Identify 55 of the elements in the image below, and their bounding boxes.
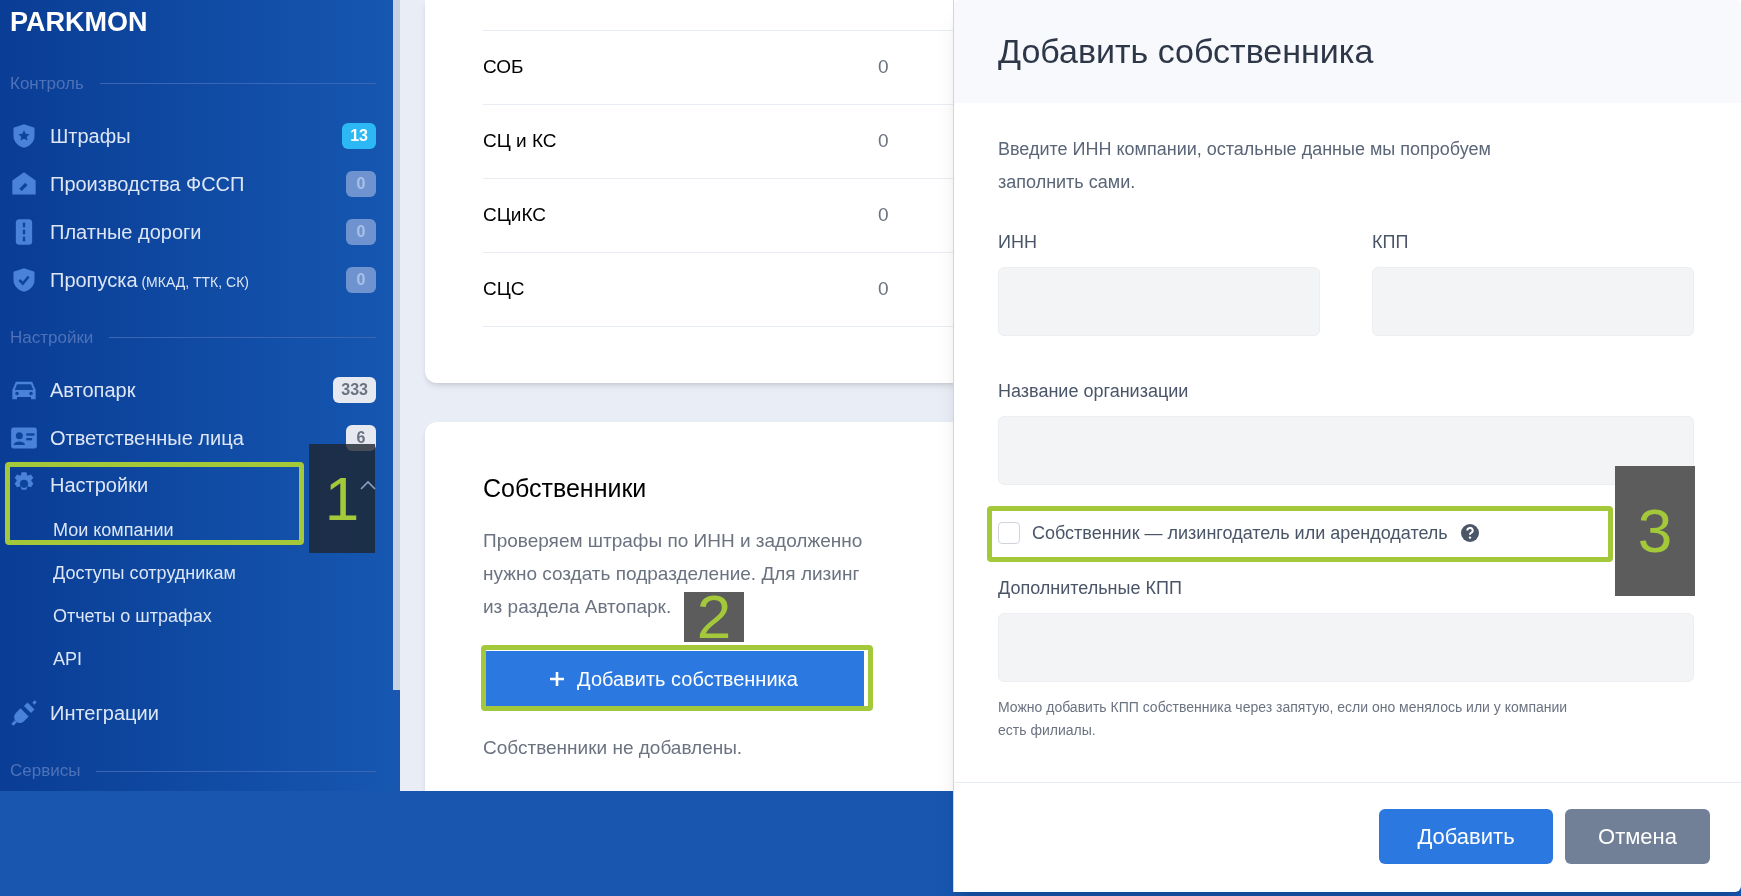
sidebar-item[interactable]: Пропуска (МКАД, ТТК, СК): [50, 264, 249, 295]
sidebar-item[interactable]: Автопарк: [50, 374, 136, 405]
count-badge: 13: [342, 122, 376, 149]
field-label: КПП: [1372, 231, 1410, 254]
checkbox[interactable]: [998, 522, 1020, 544]
section-heading: Настройки: [10, 326, 94, 349]
count-badge: 333: [333, 376, 376, 403]
submenu-item[interactable]: Доступы сотрудникам: [53, 560, 236, 588]
sidebar-item[interactable]: Настройки: [50, 470, 149, 501]
submenu-item[interactable]: Мои компании: [53, 517, 174, 545]
intro-text: Введите ИНН компании, остальные данные мы попробуем заполнить сами.: [998, 138, 1492, 194]
section-heading: Сервисы: [10, 760, 81, 783]
submenu-item[interactable]: API: [53, 646, 82, 674]
table-cell-text: 0: [878, 129, 889, 154]
step-number: 3: [1615, 466, 1695, 596]
sidebar-item[interactable]: Ответственные лица: [50, 422, 244, 453]
table-cell-text: СЦ и КС: [483, 129, 558, 154]
field-label: Дополнительные КПП: [998, 577, 1183, 600]
table-cell-text: СЦиКС: [483, 203, 547, 228]
modal-title: Добавить собственника: [998, 31, 1374, 72]
empty-message: Собственники не добавлены.: [483, 736, 743, 760]
step-number: 2: [684, 592, 744, 642]
description-line: нужно создать подразделение. Для лизинг: [483, 562, 860, 586]
table-cell-text: 0: [878, 277, 889, 302]
table-cell-text: СОБ: [483, 55, 525, 80]
dialog-button[interactable]: Отмена: [1565, 809, 1710, 864]
field-label: ИНН: [998, 231, 1038, 254]
section-title: Собственники: [483, 473, 648, 504]
sidebar-item[interactable]: Платные дороги: [50, 216, 202, 247]
sidebar-item[interactable]: Производства ФССП: [50, 168, 245, 199]
table-cell-text: 0: [878, 55, 889, 80]
submenu-item[interactable]: Отчеты о штрафах: [53, 603, 212, 631]
caret-icon[interactable]: [360, 480, 376, 491]
count-badge: 0: [346, 170, 376, 197]
add-owner-button[interactable]: Добавить собственника: [483, 651, 864, 706]
section-heading: Контроль: [10, 73, 84, 96]
app-logo[interactable]: PARKMON: [10, 4, 383, 40]
description-line: из раздела Автопарк.: [483, 595, 672, 619]
checkbox-label: Собственник — лизингодатель или арендодатель: [1032, 521, 1448, 545]
scrollbar[interactable]: [393, 0, 400, 690]
count-badge: 0: [346, 266, 376, 293]
help-icon[interactable]: [1459, 523, 1480, 543]
input-field[interactable]: [998, 416, 1694, 485]
step-number: 1: [309, 444, 375, 553]
table-cell-text: 0: [878, 203, 889, 228]
plus-icon: [549, 670, 566, 687]
sidebar-item[interactable]: Штрафы: [50, 120, 131, 151]
count-badge: 0: [346, 218, 376, 245]
field-label: Название организации: [998, 380, 1190, 403]
plug-icon: [10, 699, 38, 728]
sidebar-item[interactable]: Интеграции: [50, 698, 159, 729]
table-cell-text: СЦС: [483, 277, 526, 302]
hint-text: Можно добавить КПП собственника через запятую, если оно менялось или у компании есть филиалы.: [998, 698, 1569, 740]
description-line: Проверяем штрафы по ИНН и задолженно: [483, 529, 863, 553]
dialog-button[interactable]: Добавить: [1379, 809, 1553, 864]
